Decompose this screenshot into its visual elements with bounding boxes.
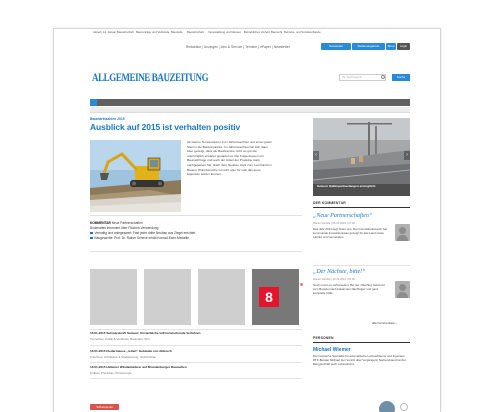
gallery-tile[interactable]: [90, 269, 137, 325]
section-title-comment: DER KOMMENTAR: [313, 201, 346, 205]
news-item[interactable]: 16.01.2015 Hüttener Windanlieferer auf B…: [90, 365, 302, 375]
subnav-item[interactable]: Veranstaltung und Messen: [208, 29, 241, 35]
login-button[interactable]: Login: [397, 43, 410, 50]
sidebar-image-caption[interactable]: Gobern Hallenpartnerlangen ermöglicht: [317, 184, 409, 188]
divider: [90, 378, 302, 379]
subnav-item[interactable]: Aktuell, 14. Januar: [93, 29, 116, 35]
all-comments-link[interactable]: alle Kommentare ›: [372, 321, 397, 325]
search-input[interactable]: Ihr Suchbegriff: [339, 74, 386, 81]
subnav-item[interactable]: Bauwirtschaft: [187, 29, 204, 35]
divider: [90, 329, 302, 330]
news-item[interactable]: 16.01.2015 Sehmarskraft Samuel: Unsterbl…: [90, 331, 302, 341]
search-button[interactable]: Suche: [392, 74, 410, 81]
subnav-item[interactable]: Betriebliches Umfeld: [244, 29, 270, 35]
divider: [90, 345, 302, 346]
article-kicker: Baumarktzahlen 2015: [90, 117, 125, 121]
comment-title[interactable]: „Der Nächste, bitte!“: [313, 269, 366, 275]
sub-nav: [90, 107, 410, 113]
stellenangebote-button[interactable]: Stellenangebote: [352, 43, 385, 50]
subnav-item[interactable]: Bauwirtschaft: [117, 29, 134, 35]
subnav-item[interactable]: Baustelle: [171, 29, 183, 35]
news-title: 16.01.2015 Fledermäuse „retten“ Gebäude …: [90, 349, 172, 353]
lead-text: Bodenaltes informiert über Flächen-Verwe…: [90, 226, 159, 230]
comment-text: Das Jahr 2014 liegt hinter uns. Der Immo…: [313, 227, 387, 240]
section-rule: [313, 207, 410, 208]
divider: [90, 362, 302, 363]
bullet-icon: [90, 236, 93, 240]
step-number-badge: 8: [259, 287, 279, 307]
news-item[interactable]: 16.01.2015 Fledermäuse „retten“ Gebäude …: [90, 349, 302, 359]
subnav-item[interactable]: Betriebs- und Sozialverbände: [284, 29, 321, 35]
author-avatar: [395, 281, 410, 298]
lead-item[interactable]: Bodenaltes informiert über Flächen-Verwe…: [90, 226, 302, 231]
subnav-item[interactable]: Bauverträge und Verbände: [136, 29, 169, 35]
subnav-item[interactable]: Baurecht: [271, 29, 282, 35]
chevron-right-icon: ›: [395, 321, 397, 325]
comment-title[interactable]: „Neue Partnerschaften“: [313, 213, 372, 219]
section-title-persons: PERSONEN: [313, 336, 334, 340]
main-nav: [90, 99, 410, 106]
all-comments-label: alle Kommentare: [372, 321, 395, 325]
chevron-left-icon[interactable]: ‹: [313, 151, 319, 160]
lead-item[interactable]: Verhaltig und anlegeswert: Fast jeder dr…: [90, 231, 302, 236]
bullet-icon: [90, 231, 93, 235]
author-avatar: [395, 224, 410, 241]
news-category: Erdbau, Praxisbau, Windenergie: [90, 371, 132, 375]
person-text: Der hessische Spezialist für automatisch…: [313, 354, 406, 367]
divider: [90, 215, 302, 216]
home-icon[interactable]: [90, 99, 97, 106]
article-image[interactable]: [90, 140, 181, 212]
page-screenshot-card: Redaktion | Anzeigen | Abo & Service | T…: [53, 28, 441, 412]
divider: [90, 251, 302, 252]
news-title: 16.01.2015 Hüttener Windanlieferer auf B…: [90, 365, 187, 369]
indicator-dot: [300, 283, 303, 286]
top-links[interactable]: Redaktion | Anzeigen | Abo & Service | T…: [186, 45, 290, 49]
newsletter-button[interactable]: Newsletter: [321, 43, 351, 50]
comment-author: Rainer Gerstle | 19.12.2014 | 15:00: [313, 278, 355, 281]
gallery-tile[interactable]: [198, 269, 245, 325]
gallery-tile[interactable]: [144, 269, 191, 325]
site-logo[interactable]: ALLGEMEINE BAUZEITUNG: [92, 72, 209, 84]
article-teaser-text: Ab warme Temperaturen zum Jahreswechsel …: [187, 140, 272, 177]
lead-label: KOMMENTAR: [90, 221, 111, 225]
lead-text: Verhaltig und anlegeswert: Fast jeder dr…: [94, 231, 196, 235]
news-title: 16.01.2015 Sehmarskraft Samuel: Unsterbl…: [90, 331, 201, 335]
lead-text: Neue Partnerschaften: [111, 221, 143, 225]
lead-text: Baugewerbe: Prof. Dr. Rainer Scheve erhä…: [94, 236, 189, 240]
search-icon: [381, 75, 385, 79]
lead-item[interactable]: KOMMENTAR Neue Partnerschaften: [90, 221, 302, 226]
divider: [313, 265, 410, 266]
comment-author: Rainer Gerstle | 06.01.2015 | 07:30: [313, 222, 355, 225]
section-tag[interactable]: Schwerpunkt: [90, 404, 119, 410]
shop-button[interactable]: Shop: [386, 43, 396, 50]
news-category: Tunnelbau, Politik & Verbände, Baumarkt,…: [90, 337, 150, 341]
person-name[interactable]: Michael Wiemer: [313, 347, 351, 353]
person-avatar: [379, 401, 395, 412]
news-category: Kreuzbau, Architektur & Stadtplanung, Ve…: [90, 355, 157, 359]
article-headline[interactable]: Ausblick auf 2015 ist verhalten positiv: [90, 122, 240, 132]
chevron-right-icon[interactable]: ›: [404, 151, 410, 160]
section-rule: [313, 342, 410, 343]
top-bar: Redaktion | Anzeigen | Abo & Service | T…: [54, 43, 440, 53]
comment-text: Noch nennt es vorhersehen: Bei der 'Ober…: [313, 283, 385, 296]
share-icon[interactable]: [400, 403, 408, 411]
lead-item[interactable]: Baugewerbe: Prof. Dr. Rainer Scheve erhä…: [90, 236, 302, 241]
